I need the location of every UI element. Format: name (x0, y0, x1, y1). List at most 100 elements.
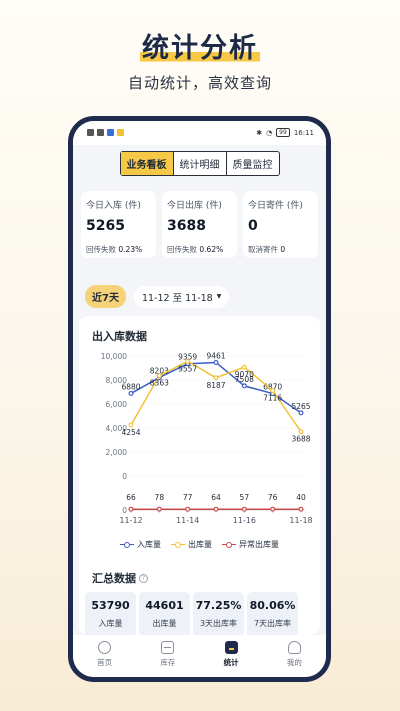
data-label: 9070 (235, 370, 254, 379)
stats-icon (224, 641, 238, 654)
chart-panel: 出入库数据 0 2,000 4,000 6,000 8,000 10,000 0 11-12 1… (79, 316, 320, 637)
data-point (156, 373, 162, 379)
data-point (298, 410, 304, 416)
eye-icon (97, 129, 104, 136)
y-tick-label: 6,000 (106, 400, 128, 409)
card-title: 今日入库 (件) (86, 201, 141, 211)
data-point (156, 506, 162, 512)
data-point (213, 506, 219, 512)
card-value: 0 (248, 218, 258, 234)
card-foot: 回传失败 0.23% (86, 245, 143, 254)
data-point (185, 506, 191, 512)
stat-value: 80.06% (249, 599, 296, 612)
card-foot: 回传失败 0.62% (167, 245, 224, 254)
legend-abnormal[interactable]: 异常出库量 (222, 539, 279, 550)
data-point (270, 388, 276, 394)
x-tick-label: 11-12 (119, 516, 142, 525)
profile-icon (287, 641, 301, 654)
inout-line-chart: 02,0004,0006,0008,00010,000011-12 11-14 11… (101, 351, 313, 525)
app-icon (107, 129, 114, 136)
promo-subtitle: 自动统计，高效查询 (127, 74, 272, 92)
data-label: 8363 (150, 379, 169, 388)
data-point (213, 359, 219, 365)
nav-stats[interactable]: 统计 (200, 635, 263, 677)
stat-outbound: 44601 出库量 (139, 592, 190, 637)
clock: 16:11 (293, 128, 314, 137)
data-label: 76 (268, 493, 278, 502)
sim-icon (87, 129, 94, 136)
tab-quality-monitor[interactable]: 质量监控 (227, 152, 279, 175)
promo-title: 统计分析 (140, 33, 260, 64)
data-label: 8187 (206, 381, 225, 390)
stat-7day-rate: 80.06% 7天出库率 (247, 592, 298, 637)
card-value: 3688 (167, 218, 206, 234)
data-label: 64 (211, 493, 221, 502)
tab-business-board[interactable]: 业务看板 (120, 152, 174, 175)
card-today-inbound[interactable]: 今日入库 (件) 5265 回传失败 0.23% (81, 191, 156, 258)
status-right: ✱ ◔ 99 16:11 (256, 128, 314, 137)
data-point (298, 429, 304, 435)
legend-inbound[interactable]: 入库量 (120, 539, 161, 550)
data-label: 9557 (178, 364, 197, 373)
x-tick-label: 11-18 (289, 516, 312, 525)
data-point (298, 506, 304, 512)
data-label: 9461 (206, 351, 225, 360)
data-point (185, 358, 191, 364)
date-range-select[interactable]: 11-12 至 11-18 ▼ (133, 285, 230, 308)
data-point (241, 383, 247, 389)
stat-label: 3天出库率 (199, 619, 238, 628)
card-title: 今日寄件 (件) (248, 201, 303, 211)
status-icons (87, 129, 124, 136)
x-tick-label: 11-16 (233, 516, 256, 525)
help-icon[interactable]: ? (139, 573, 148, 583)
nav-label: 我的 (286, 658, 302, 667)
notify-icon (117, 129, 124, 136)
kpi-cards: 今日入库 (件) 5265 回传失败 0.23% 今日出库 (件) 3688 回… (81, 191, 318, 258)
bottom-nav: 首页 库存 统计 我的 (73, 635, 326, 677)
card-value: 5265 (86, 218, 125, 234)
data-point (128, 422, 134, 428)
card-today-sent[interactable]: 今日寄件 (件) 0 取消寄件 0 (243, 191, 318, 258)
phone-frame: ✱ ◔ 99 16:11 业务看板 统计明细 质量监控 今日入库 (件) 526… (68, 116, 331, 682)
nav-profile[interactable]: 我的 (263, 635, 326, 677)
card-title: 今日出库 (件) (167, 201, 222, 211)
nav-inventory[interactable]: 库存 (136, 635, 199, 677)
nav-label: 统计 (223, 658, 239, 667)
stat-value: 53790 (91, 599, 130, 612)
summary-title: 汇总数据 ? (92, 570, 148, 586)
y-tick-label: 2,000 (106, 448, 128, 457)
data-point (241, 506, 247, 512)
data-point (128, 390, 134, 396)
data-label: 4254 (121, 428, 140, 437)
battery-icon: 99 (276, 128, 290, 137)
nav-label: 首页 (97, 658, 113, 667)
summary-stats: 53790 入库量 44601 出库量 77.25% 3天出库率 80.06% … (85, 592, 298, 637)
data-label: 78 (155, 493, 165, 502)
data-label: 57 (240, 493, 250, 502)
data-point (270, 506, 276, 512)
date-range-text: 11-12 至 11-18 (141, 292, 213, 304)
data-point (128, 506, 134, 512)
data-point (241, 364, 247, 370)
stat-value: 77.25% (195, 599, 242, 612)
stat-3day-rate: 77.25% 3天出库率 (193, 592, 244, 637)
data-label: 40 (296, 493, 306, 502)
data-label: 7116 (263, 394, 282, 403)
x-tick-label: 11-14 (176, 516, 199, 525)
card-today-outbound[interactable]: 今日出库 (件) 3688 回传失败 0.62% (162, 191, 237, 258)
tab-stats-detail[interactable]: 统计明细 (174, 152, 227, 175)
mute-icon: ◔ (266, 128, 273, 137)
data-label: 5265 (291, 402, 310, 411)
nav-label: 库存 (160, 658, 176, 667)
stat-label: 入库量 (98, 619, 123, 628)
legend-outbound[interactable]: 出库量 (171, 539, 212, 550)
y-tick-label: 0 (122, 472, 127, 481)
bluetooth-icon: ✱ (256, 128, 263, 137)
nav-home[interactable]: 首页 (73, 635, 136, 677)
home-icon (98, 641, 112, 654)
tab-bar: 业务看板 统计明细 质量监控 (119, 151, 280, 176)
data-label: 77 (183, 493, 193, 502)
data-label: 3688 (291, 435, 310, 444)
period-chip-7d[interactable]: 近7天 (85, 285, 126, 308)
stat-inbound: 53790 入库量 (85, 592, 136, 637)
